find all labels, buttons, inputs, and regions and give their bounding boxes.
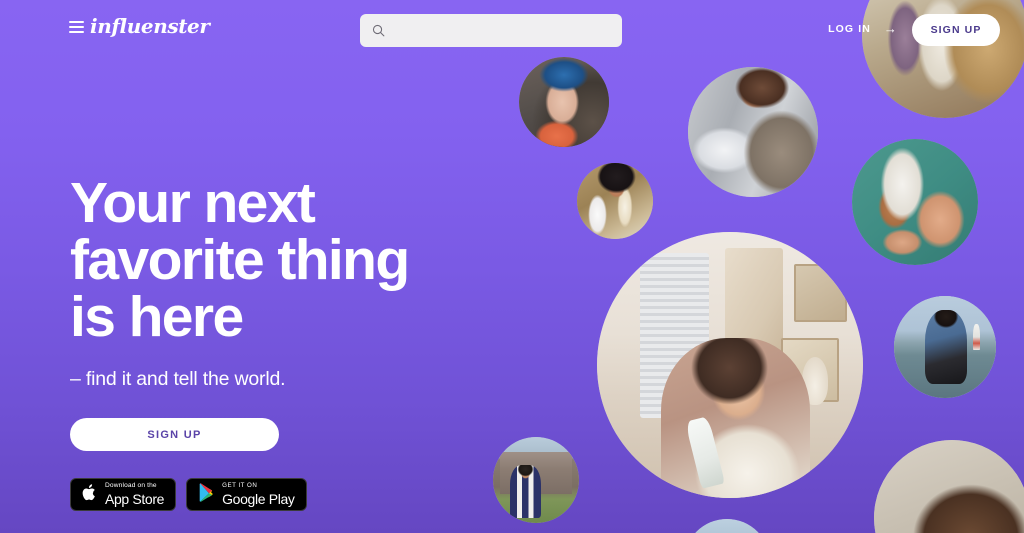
header-signup-button[interactable]: SIGN UP xyxy=(912,14,1000,46)
app-store-badge-small: Download on the xyxy=(105,482,157,490)
lighthouse-shape xyxy=(972,323,980,351)
google-play-badge[interactable]: GET IT ON Google Play xyxy=(186,478,307,511)
photo-subject-p8 xyxy=(510,464,542,518)
search-icon xyxy=(372,24,385,37)
collage-photo-p3 xyxy=(577,163,653,239)
search-box[interactable] xyxy=(360,14,622,47)
hamburger-bar xyxy=(69,31,84,33)
hero-title: Your next favorite thing is here xyxy=(70,171,410,349)
photo-image-p5 xyxy=(852,139,978,265)
arrow-right-icon: → xyxy=(883,21,898,36)
app-store-badge-text: Download on the App Store xyxy=(105,483,164,506)
google-play-badge-text: GET IT ON Google Play xyxy=(222,482,295,507)
login-link[interactable]: LOG IN → xyxy=(828,22,898,35)
photo-image-p10 xyxy=(684,519,770,533)
google-play-badge-small: GET IT ON xyxy=(222,482,258,490)
photo-image-p6 xyxy=(894,296,996,398)
search-input[interactable] xyxy=(394,23,610,38)
collage-photo-p8 xyxy=(493,437,579,523)
photo-image-p2 xyxy=(688,67,818,197)
google-play-badge-big: Google Play xyxy=(222,490,295,507)
photo-image-p1 xyxy=(519,57,609,147)
collage-photo-p6 xyxy=(894,296,996,398)
app-store-badge-big: App Store xyxy=(105,490,165,507)
hamburger-bar xyxy=(69,26,84,28)
photo-image-p8 xyxy=(493,437,579,523)
hamburger-menu-icon[interactable] xyxy=(69,21,84,33)
collage-photo-p2 xyxy=(688,67,818,197)
hero-signup-button[interactable]: SIGN UP xyxy=(70,418,279,451)
google-play-icon xyxy=(198,482,215,507)
hero-subtitle: – find it and tell the world. xyxy=(70,368,286,390)
apple-logo-icon xyxy=(82,483,98,507)
photo-image-p7 xyxy=(597,232,863,498)
photo-image-p9 xyxy=(874,440,1024,533)
site-logo[interactable]: influenster xyxy=(90,16,210,36)
collage-photo-p7 xyxy=(597,232,863,498)
app-store-badge[interactable]: Download on the App Store xyxy=(70,478,177,511)
collage-photo-p5 xyxy=(852,139,978,265)
collage-photo-p10 xyxy=(684,519,770,533)
collage-photo-p9 xyxy=(874,440,1024,533)
login-label: LOG IN xyxy=(828,22,871,35)
hero-section: Your next favorite thing is here – find … xyxy=(70,175,490,511)
app-store-badges: Download on the App Store GET IT ON Goog… xyxy=(70,478,490,511)
wall-art-shape-1 xyxy=(793,263,848,323)
photo-subject-p6 xyxy=(924,310,968,384)
site-header: influenster LOG IN → SIGN UP xyxy=(0,0,1024,60)
collage-photo-p1 xyxy=(519,57,609,147)
photo-subject-p7 xyxy=(660,338,810,498)
photo-image-p3 xyxy=(577,163,653,239)
hamburger-bar xyxy=(69,21,84,23)
